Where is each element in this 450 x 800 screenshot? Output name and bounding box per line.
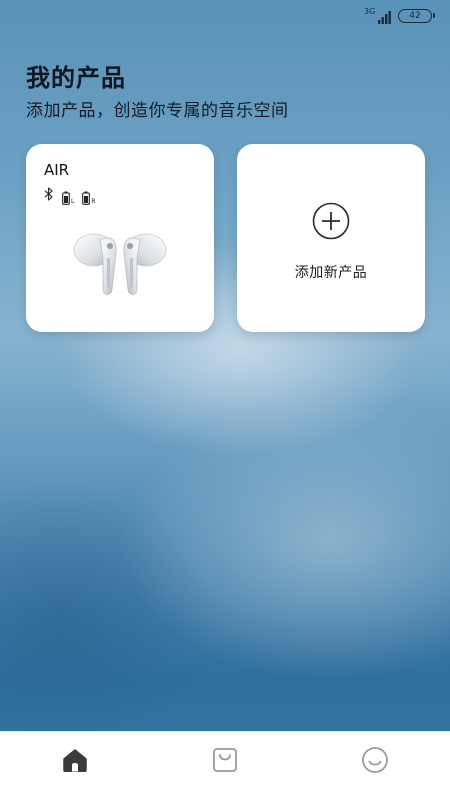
add-product-card[interactable]: 添加新产品 (237, 144, 425, 332)
tab-home[interactable] (60, 747, 90, 777)
add-product-label: 添加新产品 (294, 265, 368, 281)
smiley-profile-icon (361, 746, 389, 778)
left-label: L (71, 198, 75, 205)
product-status-row: L R (44, 186, 96, 205)
bottom-tab-bar (0, 731, 450, 800)
product-card-air[interactable]: AIR L R (26, 144, 214, 332)
battery-indicator: 42 (398, 9, 435, 23)
product-name: AIR (44, 161, 70, 179)
bluetooth-icon (44, 186, 54, 205)
tab-profile[interactable] (360, 747, 390, 777)
plus-circle-icon (312, 202, 350, 244)
right-label: R (91, 198, 96, 205)
network-type: 3G (364, 7, 376, 16)
home-icon (62, 748, 88, 776)
earbuds-image (72, 228, 168, 302)
tab-shop[interactable] (210, 747, 240, 777)
status-bar: 3G 42 (0, 0, 450, 30)
battery-left-icon: L (62, 191, 74, 205)
page-title: 我的产品 (26, 64, 126, 92)
battery-level: 42 (409, 11, 421, 21)
status-icons: 3G 42 (364, 7, 435, 24)
page-subtitle: 添加产品，创造你专属的音乐空间 (26, 101, 289, 121)
signal-icon: 3G (364, 7, 392, 24)
shop-bag-icon (212, 747, 238, 777)
battery-right-icon: R (82, 191, 96, 205)
